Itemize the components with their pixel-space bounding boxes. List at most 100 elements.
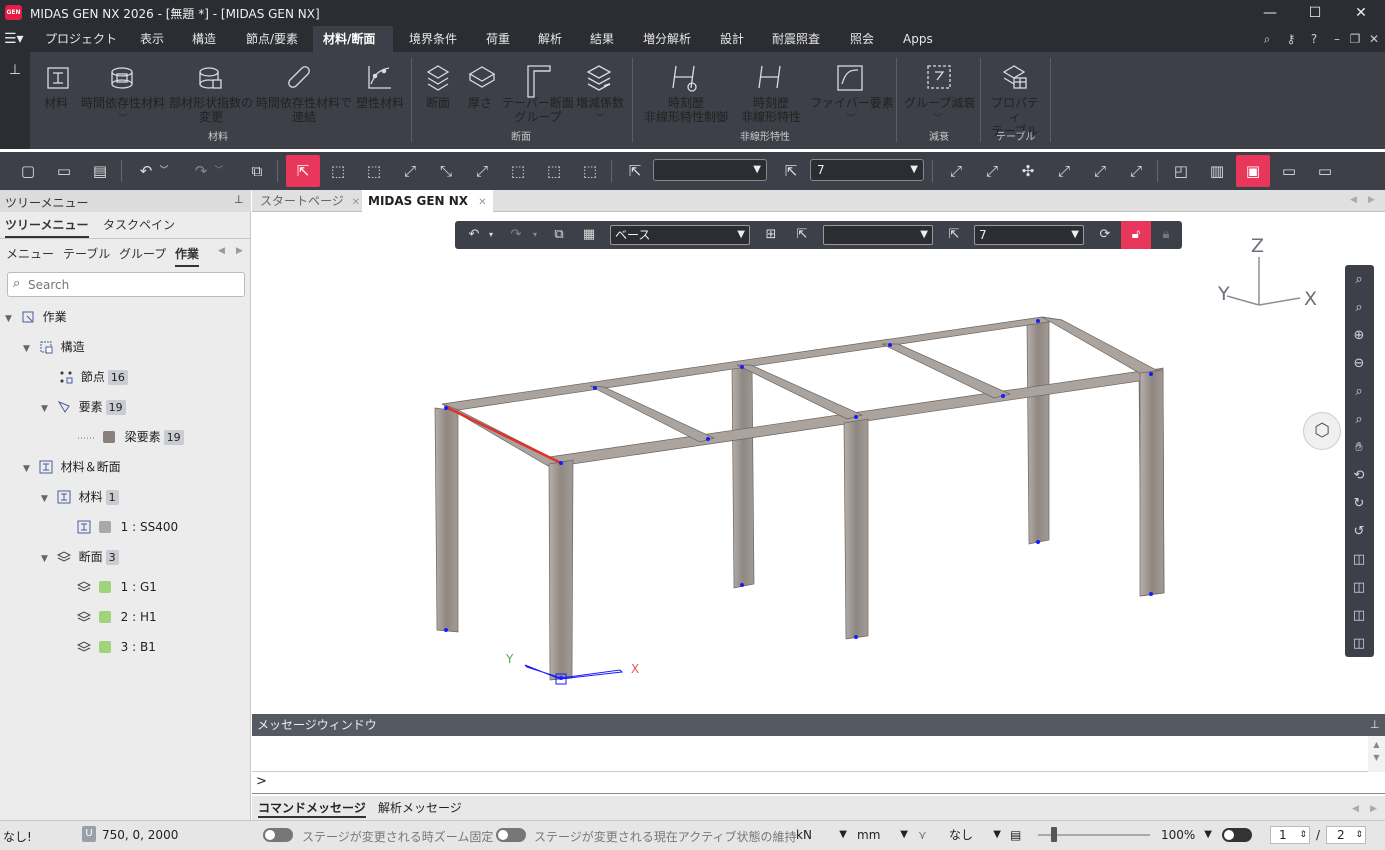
tab-scroll-right-icon[interactable]: ▶ [1370, 804, 1377, 814]
display-toggle[interactable] [1222, 828, 1252, 842]
doc-close-icon[interactable]: ✕ [1366, 31, 1382, 47]
activate-previous-icon[interactable]: ⤢ [1085, 155, 1115, 187]
keep-active-toggle[interactable] [496, 828, 526, 842]
search-input[interactable] [28, 276, 238, 293]
subtab-group[interactable]: グループ [119, 245, 166, 262]
expand-icon[interactable]: ▼ [5, 309, 17, 329]
coordinate-system-badge[interactable]: U [82, 826, 96, 842]
select-element-icon[interactable]: ⇱ [776, 155, 806, 187]
ribbon-time-history-property-button[interactable]: 時刻歴 非線形特性 [736, 96, 806, 124]
tab-task-pane[interactable]: タスクペイン [103, 216, 175, 233]
tree-item-material-ss400[interactable]: 1 : SS400 [77, 517, 178, 537]
ribbon-thickness-button[interactable]: 厚さ [466, 96, 494, 110]
save-file-icon[interactable]: ▤ [85, 155, 115, 187]
menu-material-section[interactable]: 材料/断面 [313, 26, 393, 52]
pick-icon[interactable]: ⇱ [791, 224, 813, 246]
tree-item-element[interactable]: ▼ 要素 19 [41, 397, 126, 417]
command-input[interactable]: > [252, 772, 1385, 794]
model-3d-view[interactable]: Y X Z Y X [252, 212, 1385, 714]
undo-icon[interactable]: ↶ [463, 224, 485, 246]
tab-midas-gen-nx[interactable]: MIDAS GEN NX ✕ [362, 190, 493, 212]
close-icon[interactable]: ✕ [352, 197, 360, 208]
tab-tree-menu[interactable]: ツリーメニュー [5, 216, 89, 238]
filter-dropdown[interactable]: なし ▼ [945, 824, 1003, 846]
display-icon[interactable]: ▭ [1274, 155, 1304, 187]
subtab-menu[interactable]: メニュー [6, 245, 54, 262]
menu-structure[interactable]: 構造 [182, 26, 226, 52]
new-file-icon[interactable]: ▢ [13, 155, 43, 187]
spinner-icon[interactable]: ⇕ [1355, 827, 1363, 843]
zoom-window-icon[interactable]: ⌕ [1349, 298, 1369, 318]
tab-scroll-right-icon[interactable]: ▶ [236, 246, 243, 256]
unlock-icon[interactable]: 🔓︎ [1121, 221, 1151, 249]
tree-item-section[interactable]: ▼ 断面 3 [41, 547, 119, 567]
tab-scroll-left-icon[interactable]: ◀ [1350, 195, 1357, 205]
unselect-icon[interactable]: ⬚ [575, 155, 605, 187]
iso-view-icon[interactable]: ◫ [1349, 550, 1369, 570]
expand-icon[interactable]: ▼ [23, 339, 35, 359]
select-all-icon[interactable]: ⬚ [503, 155, 533, 187]
spinner-icon[interactable]: ⇕ [1299, 827, 1307, 843]
tab-scroll-right-icon[interactable]: ▶ [1368, 195, 1375, 205]
redo-icon[interactable]: ↷ [505, 224, 527, 246]
page-total-input[interactable]: 2 ⇕ [1326, 826, 1366, 844]
shading-icon[interactable]: ▣ [1236, 155, 1270, 187]
select-element-icon[interactable]: ⇱ [943, 224, 965, 246]
page-current-input[interactable]: 1 ⇕ [1270, 826, 1310, 844]
top-view-icon[interactable]: ◫ [1349, 606, 1369, 626]
force-unit-dropdown[interactable]: kN ▼ [793, 824, 849, 846]
tree-item-section-g1[interactable]: 1 : G1 [77, 577, 157, 597]
menu-apps[interactable]: Apps [893, 26, 943, 52]
select-by-id-icon[interactable]: ⇱ [620, 155, 650, 187]
undo-dropdown-icon[interactable]: ﹀ [155, 155, 173, 187]
select-window-icon[interactable]: ⬚ [323, 155, 353, 187]
tab-start-page[interactable]: スタートページ ✕ [254, 190, 366, 212]
scrollbar[interactable]: ▲ ▼ [1368, 736, 1385, 772]
rotate-icon[interactable]: ⟲ [1349, 466, 1369, 486]
hamburger-menu-icon[interactable]: ☰▾ [4, 31, 26, 47]
maximize-icon[interactable]: ☐ [1292, 0, 1338, 26]
copy-model-icon[interactable]: ⧉ [242, 155, 272, 187]
ribbon-fiber-element-button[interactable]: ファイバー要素 ﹀ [810, 96, 894, 126]
menu-project[interactable]: プロジェクト [35, 26, 127, 52]
rotate-axis-icon[interactable]: ↺ [1349, 522, 1369, 542]
zoom-fit-icon[interactable]: ⌕ [1349, 270, 1369, 290]
copy-icon[interactable]: ⧉ [548, 224, 570, 246]
refresh-icon[interactable]: ⟳ [1094, 224, 1116, 246]
help-icon[interactable]: ? [1306, 31, 1322, 47]
expand-icon[interactable]: ▼ [23, 459, 35, 479]
menu-seismic-check[interactable]: 耐震照査 [762, 26, 830, 52]
redo-dropdown-icon[interactable]: ▾ [528, 224, 542, 246]
expand-icon[interactable]: ▼ [41, 549, 53, 569]
menu-node-element[interactable]: 節点/要素 [236, 26, 308, 52]
menu-analysis[interactable]: 解析 [528, 26, 572, 52]
select-previous-icon[interactable]: ⬚ [539, 155, 569, 187]
search-icon[interactable]: ⌕ [1259, 31, 1275, 47]
rotate-free-icon[interactable]: ↻ [1349, 494, 1369, 514]
select-polygon-icon[interactable]: ⬚ [359, 155, 389, 187]
ribbon-shape-index-button[interactable]: 部材形状指数の 変更 [168, 96, 254, 124]
ribbon-time-history-control-button[interactable]: 時刻歴 非線形特性制御 [640, 96, 732, 124]
tab-scroll-left-icon[interactable]: ◀ [1352, 804, 1359, 814]
ribbon-tapered-section-button[interactable]: テーパー断面 グループ [502, 96, 574, 124]
subtab-table[interactable]: テーブル [63, 245, 110, 262]
lock-icon[interactable]: 🔒︎ [1155, 224, 1177, 246]
select-intersect-icon[interactable]: ⤢ [395, 155, 425, 187]
select-plane-icon[interactable]: ⤡ [431, 155, 461, 187]
tree-item-structure[interactable]: ▼ 構造 [23, 337, 85, 357]
ribbon-group-damping-button[interactable]: グループ減衰 ﹀ [904, 96, 975, 126]
redo-dropdown-icon[interactable]: ﹀ [210, 155, 228, 187]
expand-icon[interactable]: ▼ [41, 489, 53, 509]
tree-item-node[interactable]: 節点 16 [59, 367, 128, 387]
zoom-lock-toggle[interactable] [263, 828, 293, 842]
element-number-dropdown[interactable]: 7 ▼ [810, 159, 924, 181]
display-option-icon[interactable]: ▤ [1010, 828, 1021, 842]
inactivate-icon[interactable]: ⤢ [977, 155, 1007, 187]
tree-item-material-section[interactable]: ▼ 材料＆断面 [23, 457, 121, 477]
menu-design[interactable]: 設計 [710, 26, 754, 52]
expand-icon[interactable]: ▼ [41, 399, 53, 419]
filter-icon[interactable]: ⊞ [760, 224, 782, 246]
activate-inverse-icon[interactable]: ⤢ [1049, 155, 1079, 187]
activate-icon[interactable]: ⤢ [941, 155, 971, 187]
doc-restore-icon[interactable]: ❐ [1347, 31, 1363, 47]
